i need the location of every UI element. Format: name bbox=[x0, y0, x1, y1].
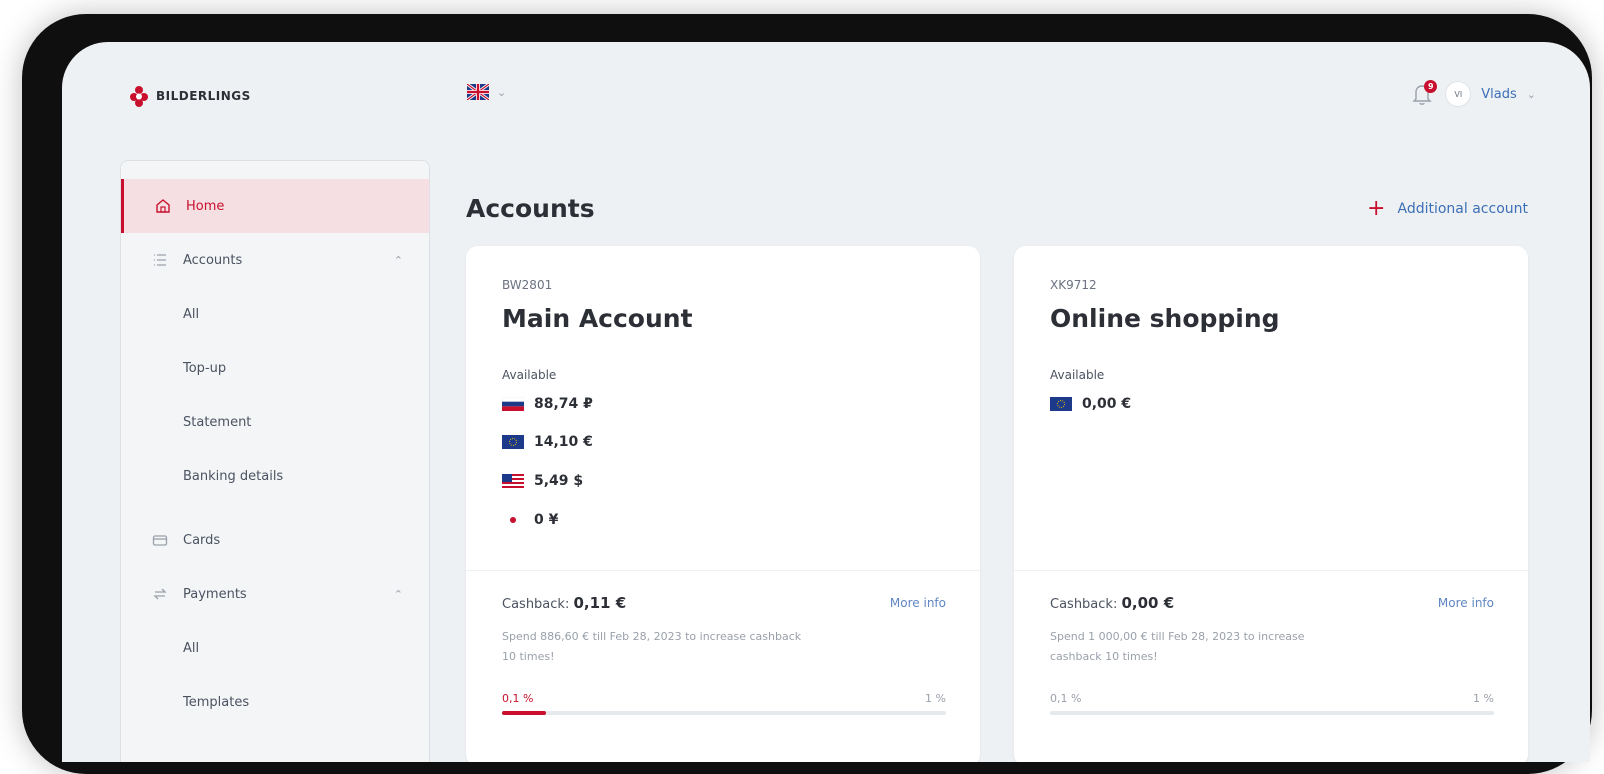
account-name: Main Account bbox=[502, 304, 693, 333]
brand-name: BILDERLINGS bbox=[156, 89, 251, 103]
cashback-hint: Spend 1 000,00 € till Feb 28, 2023 to in… bbox=[1050, 630, 1305, 663]
cashback-min-percent: 0,1 % bbox=[1050, 692, 1082, 705]
balance-rub: 88,74 ₽ bbox=[502, 396, 593, 412]
sidebar-item-templates[interactable]: Templates bbox=[121, 675, 429, 729]
list-icon bbox=[151, 251, 169, 269]
sidebar-item-label: All bbox=[183, 306, 200, 322]
cashback-value: 0,11 € bbox=[573, 594, 627, 612]
balance-amount: 0 ¥ bbox=[534, 512, 559, 528]
cashback-hint: Spend 886,60 € till Feb 28, 2023 to incr… bbox=[502, 630, 802, 663]
cashback-progress-fill bbox=[502, 711, 547, 715]
cashback-max-percent: 1 % bbox=[925, 692, 946, 705]
home-icon bbox=[154, 197, 172, 215]
sidebar-item-label: Cards bbox=[183, 532, 221, 548]
cashback-progress-bar bbox=[502, 711, 946, 715]
balance-eur: 14,10 € bbox=[502, 434, 593, 450]
eu-flag-icon bbox=[1050, 397, 1072, 411]
uk-flag-icon bbox=[467, 84, 489, 100]
sidebar: Home Accounts ⌃ All Top-up Statement Ban… bbox=[120, 160, 430, 762]
avatar[interactable]: VI bbox=[1445, 81, 1472, 107]
sidebar-item-home[interactable]: Home bbox=[121, 179, 429, 233]
sidebar-item-label: Banking details bbox=[183, 468, 284, 484]
account-name: Online shopping bbox=[1050, 304, 1280, 333]
chevron-up-icon: ⌃ bbox=[393, 253, 403, 267]
sidebar-item-label: All bbox=[183, 640, 200, 656]
balance-jpy: 0 ¥ bbox=[502, 512, 558, 528]
logo-icon bbox=[130, 86, 148, 107]
sidebar-item-cards[interactable]: Cards bbox=[121, 513, 429, 567]
cashback-summary: Cashback: 0,11 € bbox=[502, 594, 626, 612]
sidebar-item-payments[interactable]: Payments ⌃ bbox=[121, 567, 429, 621]
app-screen: BILDERLINGS ⌄ 9 VI Vlads ⌄ Home Accounts… bbox=[62, 42, 1590, 762]
cashback-label: Cashback: bbox=[1050, 597, 1118, 612]
sidebar-item-accounts[interactable]: Accounts ⌃ bbox=[121, 233, 429, 287]
eu-flag-icon bbox=[502, 435, 524, 449]
page-title: Accounts bbox=[466, 194, 595, 223]
card-icon bbox=[151, 531, 169, 549]
balance-usd: 5,49 $ bbox=[502, 473, 583, 489]
balance-amount: 88,74 ₽ bbox=[534, 396, 593, 412]
payments-icon bbox=[151, 585, 169, 603]
language-selector[interactable]: ⌄ bbox=[467, 84, 506, 100]
balance-amount: 5,49 $ bbox=[534, 473, 584, 489]
sidebar-item-accounts-all[interactable]: All bbox=[121, 287, 429, 341]
sidebar-item-label: Accounts bbox=[183, 252, 243, 268]
brand-logo[interactable]: BILDERLINGS bbox=[128, 84, 251, 108]
account-id: XK9712 bbox=[1050, 278, 1097, 292]
cashback-summary: Cashback: 0,00 € bbox=[1050, 594, 1174, 612]
add-account-button[interactable]: + Additional account bbox=[1367, 196, 1528, 221]
account-card-online-shopping[interactable]: XK9712 Online shopping Available 0,00 € … bbox=[1014, 246, 1528, 762]
account-id: BW2801 bbox=[502, 278, 553, 292]
available-label: Available bbox=[502, 368, 557, 382]
chevron-down-icon: ⌄ bbox=[497, 85, 507, 99]
balance-eur: 0,00 € bbox=[1050, 396, 1131, 412]
divider bbox=[1014, 570, 1528, 571]
cashback-label: Cashback: bbox=[502, 597, 570, 612]
chevron-up-icon: ⌃ bbox=[393, 587, 403, 601]
cashback-value: 0,00 € bbox=[1121, 594, 1175, 612]
sidebar-item-label: Statement bbox=[183, 414, 252, 430]
cashback-progress-bar bbox=[1050, 711, 1494, 715]
cashback-min-percent: 0,1 % bbox=[502, 692, 534, 705]
japan-flag-icon bbox=[510, 517, 516, 523]
available-label: Available bbox=[1050, 368, 1105, 382]
russia-flag-icon bbox=[502, 397, 524, 411]
sidebar-item-payments-all[interactable]: All bbox=[121, 621, 429, 675]
notification-badge: 9 bbox=[1424, 80, 1438, 93]
account-card-main[interactable]: BW2801 Main Account Available 88,74 ₽ 14… bbox=[466, 246, 980, 762]
more-info-link[interactable]: More info bbox=[1438, 596, 1494, 610]
sidebar-item-label: Templates bbox=[183, 694, 250, 710]
notifications-button[interactable]: 9 bbox=[1411, 80, 1438, 108]
chevron-down-icon: ⌄ bbox=[1526, 87, 1536, 101]
sidebar-item-top-up[interactable]: Top-up bbox=[121, 341, 429, 395]
sidebar-item-label: Top-up bbox=[183, 360, 227, 376]
sidebar-item-label: Payments bbox=[183, 586, 247, 602]
balance-amount: 14,10 € bbox=[534, 434, 593, 450]
divider bbox=[466, 570, 980, 571]
cashback-max-percent: 1 % bbox=[1473, 692, 1494, 705]
usa-flag-icon bbox=[502, 474, 524, 488]
sidebar-item-statement[interactable]: Statement bbox=[121, 395, 429, 449]
add-account-label: Additional account bbox=[1397, 201, 1528, 217]
user-area: 9 VI Vlads ⌄ bbox=[1411, 80, 1536, 108]
device-frame: BILDERLINGS ⌄ 9 VI Vlads ⌄ Home Accounts… bbox=[22, 14, 1592, 774]
more-info-link[interactable]: More info bbox=[890, 596, 946, 610]
balance-amount: 0,00 € bbox=[1082, 396, 1132, 412]
sidebar-item-label: Home bbox=[186, 198, 225, 214]
plus-icon: + bbox=[1367, 196, 1386, 221]
user-name-menu[interactable]: Vlads bbox=[1481, 87, 1517, 102]
sidebar-item-banking-details[interactable]: Banking details bbox=[121, 449, 429, 503]
